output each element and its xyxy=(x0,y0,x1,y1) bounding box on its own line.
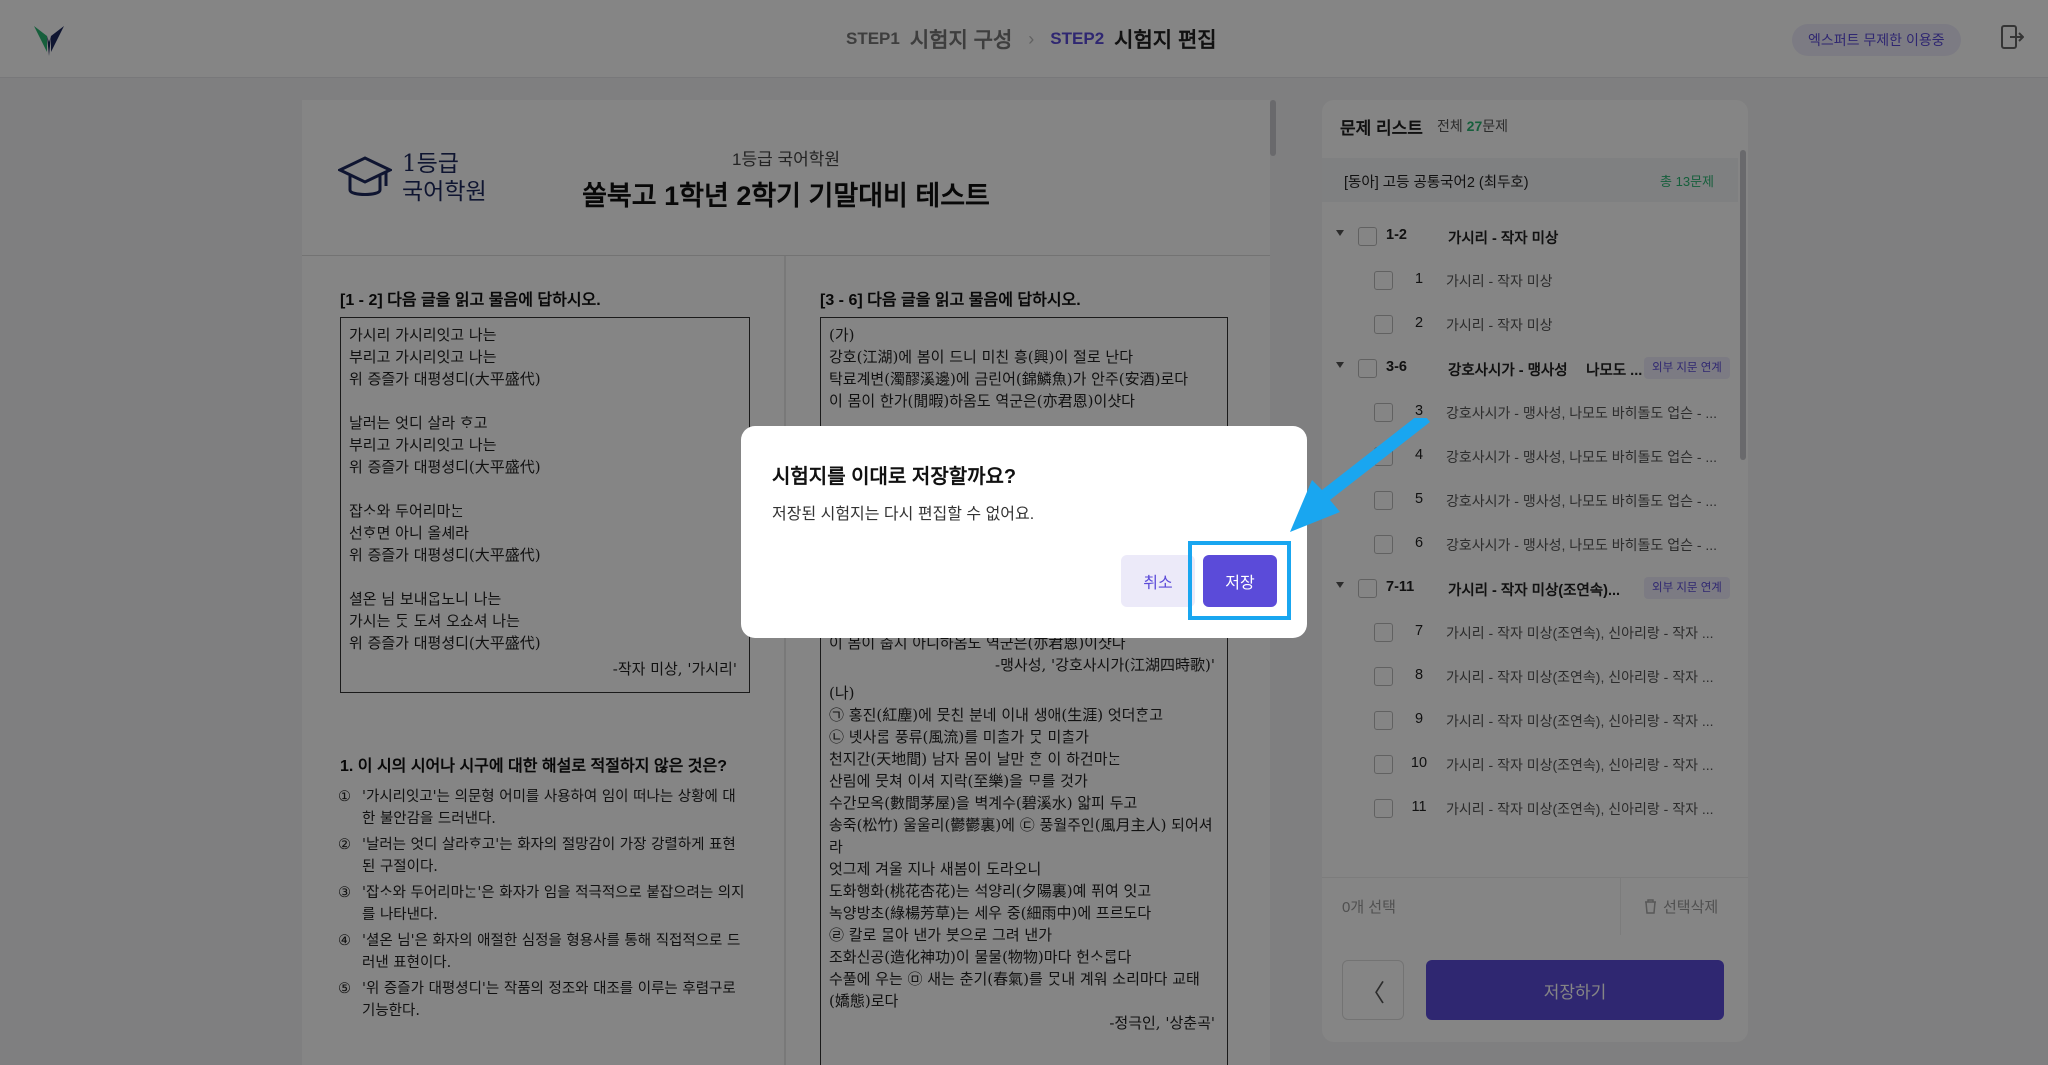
dialog-title: 시험지를 이대로 저장할까요? xyxy=(772,466,1017,488)
highlight-box xyxy=(1188,541,1291,620)
arrow-pointer-icon xyxy=(1290,418,1430,532)
cancel-button[interactable]: 취소 xyxy=(1121,555,1195,607)
dialog-message: 저장된 시험지는 다시 편집할 수 없어요. xyxy=(772,506,1035,523)
